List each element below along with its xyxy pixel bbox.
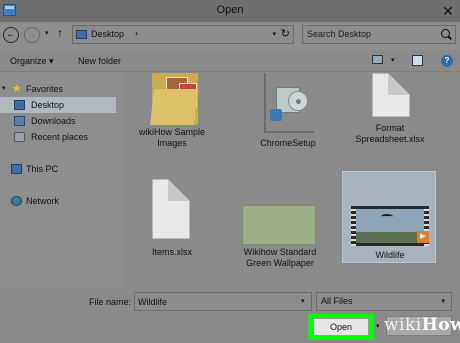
sidebar-item-desktop[interactable]: Desktop (0, 97, 116, 113)
window-title: Open (216, 4, 244, 16)
open-options-dropdown-icon[interactable]: ▾ (376, 322, 380, 330)
open-button-highlight: Open (308, 314, 374, 340)
bird-graphic (381, 214, 393, 219)
title-bar: Open ✕ (0, 0, 460, 22)
chevron-down-icon: ▾ (441, 298, 445, 305)
desktop-icon (76, 30, 87, 39)
file-type-value: All Files (321, 296, 353, 306)
sidebar-item-label: Downloads (31, 116, 76, 126)
downloads-icon (14, 116, 25, 126)
play-icon: ▶ (417, 231, 429, 243)
sidebar-item-recent-places[interactable]: Recent places (0, 129, 124, 145)
back-icon[interactable]: ← (3, 27, 19, 43)
file-type-select[interactable]: All Files ▾ (316, 292, 452, 311)
wikihow-watermark: wikiHow (384, 315, 460, 335)
search-box[interactable] (302, 25, 456, 44)
watermark-prefix: wiki (384, 315, 422, 335)
image-thumbnail (242, 205, 316, 245)
star-icon: ★ (12, 83, 22, 95)
file-name: ChromeSetup (260, 138, 316, 148)
watermark-suffix: How (421, 315, 460, 335)
address-dropdown-icon[interactable]: ▾ (272, 30, 276, 38)
document-icon (152, 179, 190, 239)
navigation-pane: ▾ ★ Favorites Desktop Downloads Recent p… (0, 73, 124, 289)
sidebar-item-label: Favorites (26, 84, 64, 94)
address-location[interactable]: Desktop (91, 29, 124, 39)
file-item-format-spreadsheet[interactable]: Format Spreadsheet.xlsx (348, 73, 432, 173)
file-name: Items.xlsx (151, 247, 192, 257)
file-item-green-wallpaper[interactable]: Wikihow Standard Green Wallpaper (238, 205, 322, 289)
up-folder-icon[interactable]: ↑ (57, 26, 63, 40)
filename-field[interactable] (134, 292, 312, 311)
sidebar-item-label: Desktop (31, 100, 65, 110)
film-strip-icon (351, 206, 356, 246)
installer-icon (264, 73, 314, 133)
file-item-chromesetup[interactable]: ChromeSetup (246, 73, 330, 149)
filename-dropdown-icon[interactable]: ▾ (301, 297, 305, 305)
document-icon (372, 73, 410, 117)
computer-icon (11, 164, 22, 174)
sidebar-item-network[interactable]: Network (0, 193, 124, 209)
change-view-icon[interactable] (372, 55, 383, 64)
open-dialog: Open ✕ ← → ▾ ↑ Desktop › ▾ ↻ Organize ▾ … (0, 0, 460, 343)
file-list: wikiHow Sample Images ChromeSetup Format… (124, 73, 460, 289)
file-name: wikiHow Sample Images (138, 127, 206, 148)
folder-icon (150, 73, 198, 125)
sidebar-item-this-pc[interactable]: This PC (0, 161, 124, 177)
video-thumbnail: ▶ (351, 206, 429, 246)
chevron-down-icon: ▾ (49, 56, 54, 66)
address-bar[interactable]: Desktop › ▾ ↻ (72, 25, 294, 44)
file-name: Wildlife (375, 250, 405, 260)
sidebar-item-label: This PC (26, 164, 59, 174)
desktop-icon (14, 100, 25, 110)
file-item-wikihow-sample-images[interactable]: wikiHow Sample Images (130, 73, 214, 149)
organize-label: Organize (10, 56, 47, 66)
organize-button[interactable]: Organize ▾ (10, 56, 54, 67)
view-options-dropdown-icon[interactable]: ▾ (391, 56, 395, 64)
refresh-icon[interactable]: ↻ (281, 27, 290, 40)
preview-pane-icon[interactable] (412, 55, 423, 66)
address-row: ← → ▾ ↑ Desktop › ▾ ↻ (0, 24, 460, 46)
forward-icon[interactable]: → (24, 27, 40, 43)
search-input[interactable] (307, 29, 437, 39)
chevron-right-icon[interactable]: › (135, 28, 138, 38)
sidebar-item-label: Recent places (31, 132, 89, 142)
toolbar: Organize ▾ New folder ▾ ? (0, 50, 460, 72)
search-icon[interactable] (441, 29, 450, 38)
file-item-items-xlsx[interactable]: Items.xlsx (130, 175, 214, 257)
file-name: Format Spreadsheet.xlsx (355, 123, 425, 144)
dialog-footer: File name: ▾ All Files ▾ Open ▾ wikiHow (0, 289, 460, 343)
network-icon (11, 196, 22, 206)
file-item-wildlife[interactable]: ▶ Wildlife (342, 171, 436, 263)
help-icon[interactable]: ? (441, 55, 453, 67)
file-name: Wikihow Standard Green Wallpaper (243, 247, 317, 268)
close-icon[interactable]: ✕ (440, 3, 456, 19)
recent-locations-icon[interactable]: ▾ (45, 29, 49, 37)
new-folder-button[interactable]: New folder (78, 56, 121, 66)
collapse-caret-icon[interactable]: ▾ (2, 84, 6, 92)
sidebar-item-label: Network (26, 196, 60, 206)
recent-places-icon (14, 132, 25, 142)
sidebar-item-favorites[interactable]: ▾ ★ Favorites (0, 81, 124, 97)
open-button[interactable]: Open (313, 318, 369, 336)
sidebar-item-downloads[interactable]: Downloads (0, 113, 124, 129)
filename-label: File name: (89, 297, 132, 307)
